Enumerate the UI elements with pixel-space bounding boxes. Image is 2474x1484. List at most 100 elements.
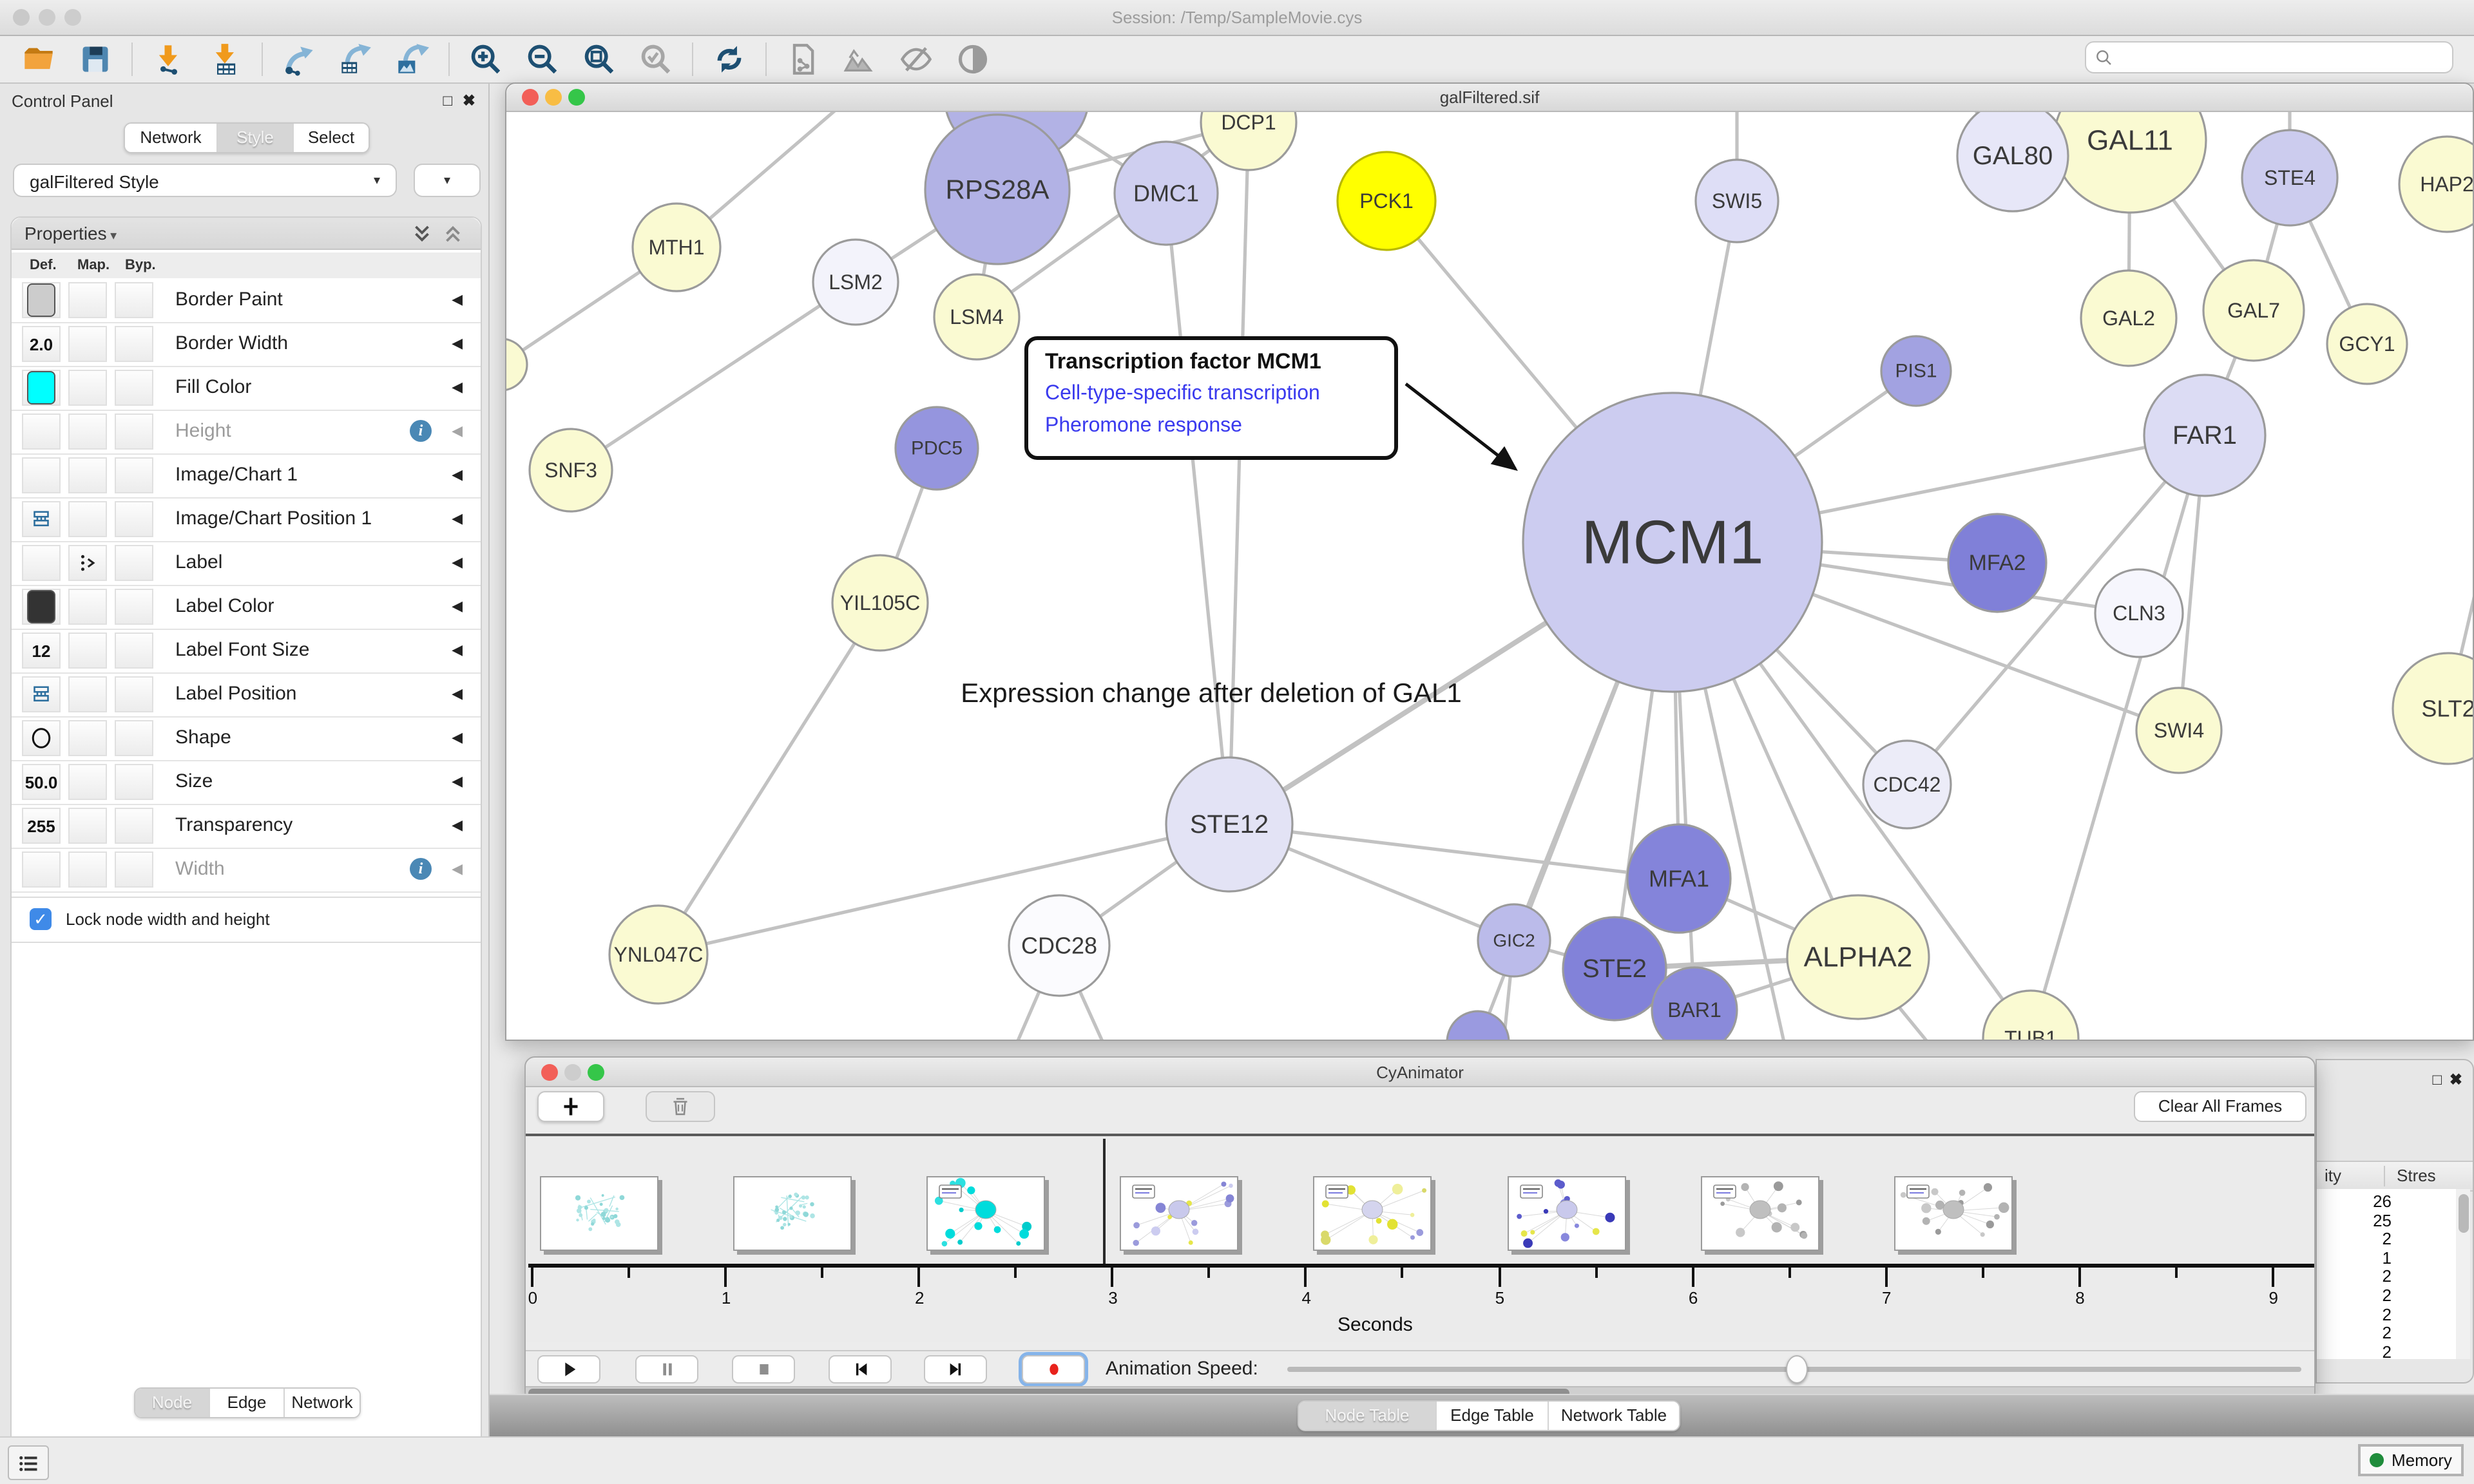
node-dmc1[interactable]: DMC1 (1115, 142, 1218, 245)
map-cell[interactable] (68, 414, 107, 450)
export-network-icon[interactable] (280, 40, 318, 79)
map-cell[interactable] (68, 589, 107, 625)
position-icon[interactable] (22, 501, 61, 537)
property-row-fill-color[interactable]: Fill Color◀ (12, 366, 481, 411)
byp-cell[interactable] (115, 501, 153, 537)
expand-row-icon[interactable]: ◀ (452, 804, 463, 848)
frame-thumbnail-0[interactable] (540, 1176, 658, 1251)
open-session-icon[interactable] (19, 40, 58, 79)
map-cell[interactable] (68, 282, 107, 318)
table-column-ity[interactable]: ity (2325, 1162, 2341, 1190)
node-rps28a[interactable]: RPS28A (925, 115, 1069, 264)
minimize-window-icon[interactable] (564, 1064, 581, 1081)
annotation-box[interactable]: Transcription factor MCM1 Cell-type-spec… (1024, 336, 1398, 460)
node-gal7[interactable]: GAL7 (2203, 260, 2304, 361)
expand-row-icon[interactable]: ◀ (452, 760, 463, 804)
annotation-link-2[interactable]: Pheromone response (1045, 415, 1242, 438)
tab-style[interactable]: Style (218, 124, 294, 152)
property-row-label-font-size[interactable]: 12Label Font Size◀ (12, 629, 481, 674)
property-row-label-position[interactable]: Label Position◀ (12, 672, 481, 718)
node-pdc5[interactable]: PDC5 (896, 407, 978, 490)
close-window-icon[interactable] (541, 1064, 558, 1081)
footer-tab-network[interactable]: Network (285, 1389, 360, 1417)
panel-toggle-button[interactable] (8, 1445, 49, 1480)
node-mfa1[interactable]: MFA1 (1627, 824, 1731, 933)
node-ste2[interactable]: STE2 (1563, 917, 1666, 1020)
property-row-shape[interactable]: Shape◀ (12, 716, 481, 761)
node-slt2[interactable]: SLT2 (2393, 653, 2473, 764)
node-pis1[interactable]: PIS1 (1881, 336, 1951, 406)
tab-network[interactable]: Network (125, 124, 218, 152)
tab-select[interactable]: Select (294, 124, 369, 152)
expand-row-icon[interactable]: ◀ (452, 497, 463, 541)
network-snapshot-icon[interactable] (783, 40, 822, 79)
show-details-icon[interactable] (954, 40, 992, 79)
map-cell[interactable] (68, 764, 107, 800)
edge-dcp1-ste12[interactable] (1229, 122, 1249, 824)
expand-row-icon[interactable]: ◀ (452, 629, 463, 672)
playhead[interactable] (1104, 1139, 1106, 1264)
table-scrollbar[interactable] (2456, 1189, 2470, 1359)
expand-row-icon[interactable]: ◀ (452, 322, 463, 366)
edge-dmc1-ste12[interactable] (1166, 193, 1229, 824)
footer-tab-edge[interactable]: Edge (210, 1389, 285, 1417)
property-row-image-chart-1[interactable]: Image/Chart 1◀ (12, 453, 481, 499)
table-cell[interactable]: 2 (2383, 1323, 2392, 1342)
frame-thumbnail-2[interactable] (926, 1176, 1045, 1251)
memory-button[interactable]: Memory (2358, 1444, 2464, 1476)
node-tub1[interactable]: TUB1 (1983, 991, 2078, 1040)
map-cell[interactable] (68, 676, 107, 712)
property-row-border-width[interactable]: 2.0Border Width◀ (12, 322, 481, 367)
table-cell[interactable]: 2 (2383, 1229, 2392, 1248)
delete-frame-button[interactable] (646, 1091, 715, 1122)
stop-button[interactable] (732, 1355, 795, 1384)
network-graph[interactable]: DCP1RPS28ADMC1PCK1MTH1LSM2LSM4SWI5GAL11G… (506, 112, 2473, 1040)
def-cell[interactable] (22, 457, 61, 493)
byp-cell[interactable] (115, 545, 153, 581)
node-gal2[interactable]: GAL2 (2081, 271, 2176, 366)
byp-cell[interactable] (115, 808, 153, 844)
byp-cell[interactable] (115, 282, 153, 318)
byp-cell[interactable] (115, 720, 153, 756)
table-cell[interactable]: 25 (2373, 1210, 2392, 1230)
search-input[interactable] (2085, 41, 2453, 73)
properties-header[interactable]: Properties (12, 218, 481, 250)
annotation-link-1[interactable]: Cell-type-specific transcription (1045, 383, 1320, 406)
map-cell[interactable] (68, 370, 107, 406)
expand-row-icon[interactable]: ◀ (452, 278, 463, 322)
map-cell[interactable] (68, 851, 107, 888)
byp-cell[interactable] (115, 589, 153, 625)
float-panel-icon[interactable]: □ (2433, 1070, 2442, 1089)
node-lsm4[interactable]: LSM4 (934, 274, 1019, 359)
network-canvas[interactable]: DCP1RPS28ADMC1PCK1MTH1LSM2LSM4SWI5GAL11G… (506, 112, 2473, 1040)
import-table-icon[interactable] (206, 40, 245, 79)
expand-row-icon[interactable]: ◀ (452, 672, 463, 716)
property-row-label[interactable]: Label◀ (12, 541, 481, 586)
node-gal80[interactable]: GAL80 (1957, 112, 2068, 211)
table-cell[interactable]: 2 (2383, 1342, 2392, 1362)
node-ste4[interactable]: STE4 (2242, 130, 2337, 225)
skip-start-button[interactable] (829, 1355, 892, 1384)
edge-snf3-lsm2[interactable] (571, 282, 856, 470)
def-cell[interactable]: 255 (22, 808, 61, 844)
def-cell[interactable]: 2.0 (22, 326, 61, 362)
lock-checkbox[interactable]: ✓ (30, 908, 52, 930)
minimize-window-icon[interactable] (545, 89, 562, 106)
zoom-fit-icon[interactable] (580, 40, 618, 79)
node-pnode1[interactable] (1447, 1011, 1509, 1040)
play-button[interactable] (537, 1355, 600, 1384)
close-panel-icon[interactable]: ✖ (463, 91, 475, 109)
property-row-label-color[interactable]: Label Color◀ (12, 585, 481, 630)
property-row-width[interactable]: Widthi◀ (12, 848, 481, 893)
expand-all-icon[interactable] (410, 222, 434, 246)
byp-cell[interactable] (115, 326, 153, 362)
node-swi4[interactable]: SWI4 (2136, 688, 2221, 773)
def-cell[interactable] (22, 370, 61, 406)
maximize-window-icon[interactable] (64, 9, 81, 26)
table-cell[interactable]: 26 (2373, 1192, 2392, 1211)
table-tab-network-table[interactable]: Network Table (1549, 1402, 1679, 1430)
table-cell[interactable]: 2 (2383, 1304, 2392, 1324)
expand-row-icon[interactable]: ◀ (452, 366, 463, 410)
map-cell[interactable] (68, 457, 107, 493)
byp-cell[interactable] (115, 676, 153, 712)
